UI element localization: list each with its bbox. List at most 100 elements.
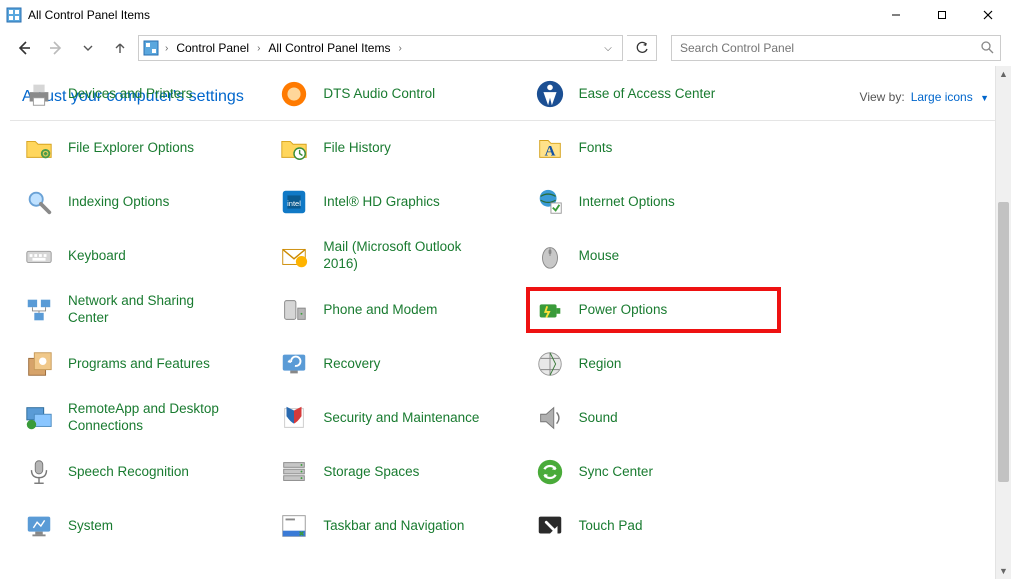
item-label: Mail (Microsoft Outlook 2016) [323,239,493,273]
item-security-and-maintenance[interactable]: Security and Maintenance [273,398,522,438]
item-indexing-options[interactable]: Indexing Options [18,182,267,222]
item-sound[interactable]: Sound [529,398,778,438]
item-taskbar-and-navigation[interactable]: Taskbar and Navigation [273,506,522,546]
system-icon [22,509,56,543]
maximize-button[interactable] [919,0,965,30]
item-label: Storage Spaces [323,464,419,481]
item-file-history[interactable]: File History [273,128,522,168]
item-dts-audio-control[interactable]: DTS Audio Control [273,74,522,114]
recovery-icon [277,347,311,381]
item-system[interactable]: System [18,506,267,546]
item-label: Keyboard [68,248,126,265]
item-region[interactable]: Region [529,344,778,384]
sound-icon [533,401,567,435]
chevron-right-icon[interactable]: › [163,43,170,54]
taskbar-navigation-icon [277,509,311,543]
recent-locations-button[interactable] [74,34,102,62]
search-icon[interactable] [980,40,994,57]
breadcrumb-control-panel[interactable]: Control Panel [172,36,253,60]
sync-center-icon [533,455,567,489]
internet-options-icon [533,185,567,219]
item-speech-recognition[interactable]: Speech Recognition [18,452,267,492]
item-label: Security and Maintenance [323,410,479,427]
item-phone-and-modem[interactable]: Phone and Modem [273,290,522,330]
item-label: Recovery [323,356,380,373]
item-label: File History [323,140,391,157]
remoteapp-icon [22,401,56,435]
window-controls [873,0,1011,30]
item-label: Phone and Modem [323,302,437,319]
security-maintenance-icon [277,401,311,435]
address-bar[interactable]: › Control Panel › All Control Panel Item… [138,35,623,61]
network-icon [22,293,56,327]
vertical-scrollbar[interactable]: ▲ ▼ [995,66,1011,579]
item-file-explorer-options[interactable]: File Explorer Options [18,128,267,168]
close-button[interactable] [965,0,1011,30]
file-history-icon [277,131,311,165]
phone-modem-icon [277,293,311,327]
item-label: Devices and Printers [68,86,193,103]
window-title: All Control Panel Items [28,8,873,22]
item-network-and-sharing-center[interactable]: Network and Sharing Center [18,290,267,330]
power-options-icon [533,293,567,327]
item-label: Fonts [579,140,613,157]
up-button[interactable] [106,34,134,62]
mail-icon [277,239,311,273]
control-panel-icon [6,7,22,23]
scroll-track[interactable] [996,82,1011,563]
item-label: Network and Sharing Center [68,293,238,327]
back-button[interactable] [10,34,38,62]
printer-icon [22,77,56,111]
item-internet-options[interactable]: Internet Options [529,182,778,222]
scroll-down-icon[interactable]: ▼ [996,563,1011,579]
dts-audio-icon [277,77,311,111]
item-label: Touch Pad [579,518,643,535]
scroll-thumb[interactable] [998,202,1009,482]
item-label: RemoteApp and Desktop Connections [68,401,238,435]
item-label: System [68,518,113,535]
item-touch-pad[interactable]: Touch Pad [529,506,778,546]
item-mail[interactable]: Mail (Microsoft Outlook 2016) [273,236,522,276]
navigation-bar: › Control Panel › All Control Panel Item… [0,30,1011,66]
item-intel-hd-graphics[interactable]: intel Intel® HD Graphics [273,182,522,222]
chevron-right-icon[interactable]: › [255,43,262,54]
svg-text:A: A [544,144,555,160]
item-sync-center[interactable]: Sync Center [529,452,778,492]
item-devices-and-printers[interactable]: Devices and Printers [18,74,267,114]
item-label: Indexing Options [68,194,169,211]
touch-pad-icon [533,509,567,543]
chevron-right-icon[interactable]: › [396,43,403,54]
item-label: Intel® HD Graphics [323,194,439,211]
search-input[interactable] [678,40,980,56]
forward-button[interactable] [42,34,70,62]
item-label: Internet Options [579,194,675,211]
item-label: Sync Center [579,464,653,481]
intel-graphics-icon: intel [277,185,311,219]
breadcrumb-all-items[interactable]: All Control Panel Items [264,36,394,60]
scroll-up-icon[interactable]: ▲ [996,66,1011,82]
address-dropdown-icon[interactable]: ⌵ [598,43,618,54]
item-label: Mouse [579,248,620,265]
fonts-icon: A [533,131,567,165]
folder-options-icon [22,131,56,165]
search-box[interactable] [671,35,1001,61]
item-storage-spaces[interactable]: Storage Spaces [273,452,522,492]
item-fonts[interactable]: A Fonts [529,128,778,168]
item-programs-and-features[interactable]: Programs and Features [18,344,267,384]
item-remoteapp-desktop-connections[interactable]: RemoteApp and Desktop Connections [18,398,267,438]
item-recovery[interactable]: Recovery [273,344,522,384]
minimize-button[interactable] [873,0,919,30]
mouse-icon [533,239,567,273]
programs-features-icon [22,347,56,381]
refresh-button[interactable] [627,35,657,61]
storage-spaces-icon [277,455,311,489]
item-mouse[interactable]: Mouse [529,236,778,276]
item-ease-of-access-center[interactable]: Ease of Access Center [529,74,778,114]
item-label: Speech Recognition [68,464,189,481]
item-keyboard[interactable]: Keyboard [18,236,267,276]
item-power-options[interactable]: Power Options [529,290,778,330]
indexing-icon [22,185,56,219]
item-label: Taskbar and Navigation [323,518,464,535]
window-titlebar: All Control Panel Items [0,0,1011,30]
item-label: DTS Audio Control [323,86,435,103]
